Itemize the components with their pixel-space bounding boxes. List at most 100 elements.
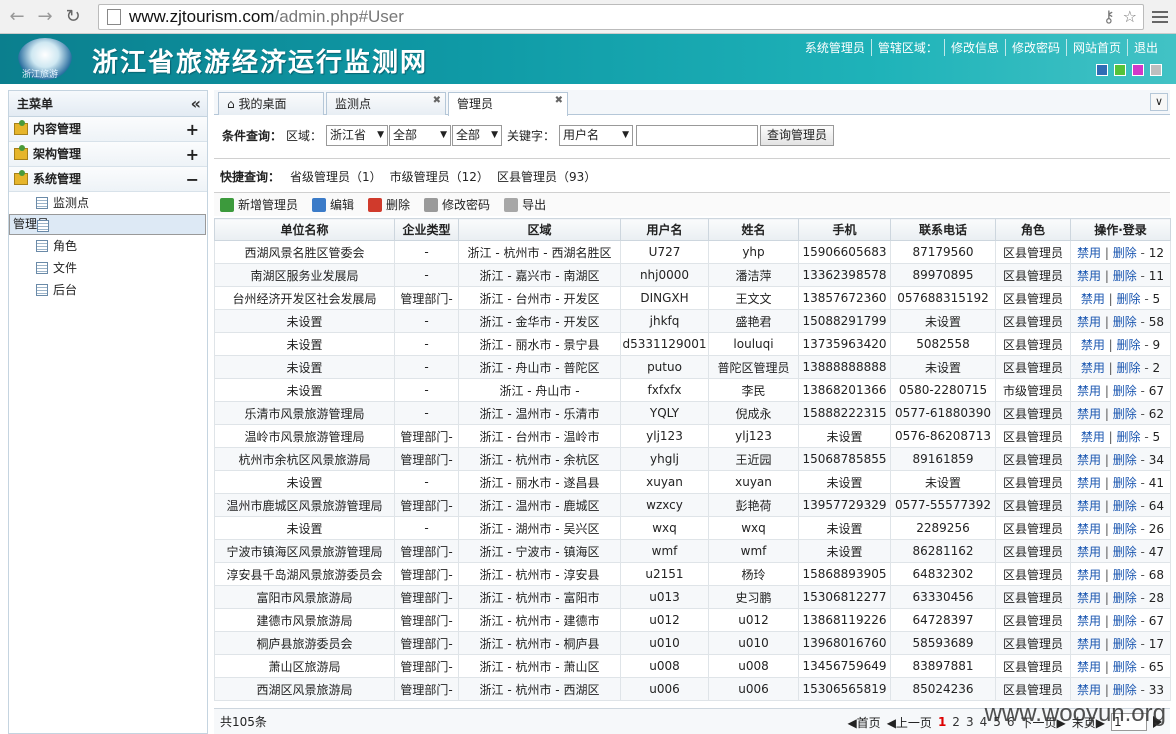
quick-province-admins[interactable]: 省级管理员（1） — [290, 168, 382, 185]
table-row[interactable]: 淳安县千岛湖风景旅游委员会 管理部门- 浙江 - 杭州市 - 淳安县 u2151 杨玲 1… — [214, 562, 1171, 586]
city-select[interactable]: 全部 ▼ — [389, 124, 452, 146]
disable-link[interactable]: 禁用 — [1081, 430, 1105, 444]
table-row[interactable]: 未设置 - 浙江 - 丽水市 - 景宁县 d5331129001 louluqi 1373… — [214, 332, 1171, 356]
delete-link[interactable]: 删除 — [1113, 407, 1137, 421]
prev-page-link[interactable]: ◀上一页 — [887, 714, 932, 731]
sidebar-item-files[interactable]: 文件 — [9, 257, 207, 279]
delete-link[interactable]: 删除 — [1117, 292, 1141, 306]
table-row[interactable]: 南湖区服务业发展局 - 浙江 - 嘉兴市 - 南湖区 nhj0000 潘洁萍 133623… — [214, 263, 1171, 287]
disable-link[interactable]: 禁用 — [1077, 246, 1101, 260]
disable-link[interactable]: 禁用 — [1081, 361, 1105, 375]
delete-link[interactable]: 删除 — [1113, 568, 1137, 582]
disable-link[interactable]: 禁用 — [1077, 660, 1101, 674]
link-logout[interactable]: 退出 — [1128, 39, 1164, 56]
disable-link[interactable]: 禁用 — [1077, 683, 1101, 697]
disable-link[interactable]: 禁用 — [1077, 545, 1101, 559]
table-row[interactable]: 未设置 - 浙江 - 丽水市 - 遂昌县 xuyan xuyan 未设置 未设置 区县管理员禁… — [214, 470, 1171, 494]
skin-blue[interactable] — [1096, 64, 1108, 76]
sidebar-item-backend[interactable]: 后台 — [9, 279, 207, 301]
link-site-home[interactable]: 网站首页 — [1067, 39, 1128, 56]
table-row[interactable]: 温岭市风景旅游管理局 管理部门- 浙江 - 台州市 - 温岭市 ylj123 ylj12… — [214, 424, 1171, 448]
delete-link[interactable]: 删除 — [1113, 591, 1137, 605]
disable-link[interactable]: 禁用 — [1077, 591, 1101, 605]
disable-link[interactable]: 禁用 — [1077, 315, 1101, 329]
page-1[interactable]: 1 — [938, 715, 946, 729]
table-row[interactable]: 乐清市风景旅游管理局 - 浙江 - 温州市 - 乐清市 YQLY 倪成永 15888222… — [214, 401, 1171, 425]
collapse-sidebar-icon[interactable]: « — [191, 91, 201, 117]
table-row[interactable]: 杭州市余杭区风景旅游局 管理部门- 浙江 - 杭州市 - 余杭区 yhglj 王近园 15… — [214, 447, 1171, 471]
table-row[interactable]: 西湖风景名胜区管委会 - 浙江 - 杭州市 - 西湖名胜区 U727 yhp 159066… — [214, 240, 1171, 264]
table-row[interactable]: 宁波市镇海区风景旅游管理局 管理部门- 浙江 - 宁波市 - 镇海区 wmf wmf 未设… — [214, 539, 1171, 563]
disable-link[interactable]: 禁用 — [1077, 407, 1101, 421]
table-row[interactable]: 西湖区风景旅游局 管理部门- 浙江 - 杭州市 - 西湖区 u006 u006 15306… — [214, 677, 1171, 701]
table-row[interactable]: 富阳市风景旅游局 管理部门- 浙江 - 杭州市 - 富阳市 u013 史习鹏 153068… — [214, 585, 1171, 609]
expand-icon[interactable]: + — [186, 117, 199, 142]
collapse-icon[interactable]: − — [186, 167, 199, 192]
delete-link[interactable]: 删除 — [1113, 269, 1137, 283]
sidebar-group-system[interactable]: 系统管理 − — [9, 167, 207, 192]
delete-link[interactable]: 删除 — [1113, 499, 1137, 513]
keyword-input[interactable] — [636, 124, 759, 146]
delete-link[interactable]: 删除 — [1113, 545, 1137, 559]
delete-link[interactable]: 删除 — [1113, 683, 1137, 697]
delete-link[interactable]: 删除 — [1113, 315, 1137, 329]
disable-link[interactable]: 禁用 — [1077, 568, 1101, 582]
disable-link[interactable]: 禁用 — [1077, 453, 1101, 467]
delete-link[interactable]: 删除 — [1113, 637, 1137, 651]
disable-link[interactable]: 禁用 — [1077, 384, 1101, 398]
tab-menu-icon[interactable]: ∨ — [1150, 93, 1168, 111]
disable-link[interactable]: 禁用 — [1077, 522, 1101, 536]
skin-purple[interactable] — [1132, 64, 1144, 76]
col-actions[interactable]: 操作·登录 — [1070, 218, 1171, 241]
table-row[interactable]: 未设置 - 浙江 - 湖州市 - 吴兴区 wxq wxq 未设置 2289256 区县管理员禁… — [214, 516, 1171, 540]
disable-link[interactable]: 禁用 — [1077, 614, 1101, 628]
delete-link[interactable]: 删除 — [1113, 453, 1137, 467]
delete-link[interactable]: 删除 — [1113, 384, 1137, 398]
table-row[interactable]: 台州经济开发区社会发展局 管理部门- 浙江 - 台州市 - 开发区 DINGXH 王文文… — [214, 286, 1171, 310]
forward-arrow-icon[interactable]: → — [34, 6, 56, 28]
table-row[interactable]: 未设置 - 浙江 - 舟山市 - 普陀区 putuo 普陀区管理员 13888888888… — [214, 355, 1171, 379]
col-phone[interactable]: 联系电话 — [890, 218, 996, 241]
delete-link[interactable]: 删除 — [1113, 476, 1137, 490]
delete-link[interactable]: 删除 — [1117, 338, 1141, 352]
skin-gray[interactable] — [1150, 64, 1162, 76]
table-row[interactable]: 建德市风景旅游局 管理部门- 浙江 - 杭州市 - 建德市 u012 u012 13868… — [214, 608, 1171, 632]
quick-city-admins[interactable]: 市级管理员（12） — [390, 168, 489, 185]
disable-link[interactable]: 禁用 — [1081, 338, 1105, 352]
address-bar[interactable]: www.zjtourism.com/admin.php#User ⚷ ☆ — [98, 4, 1144, 30]
delete-link[interactable]: 删除 — [1113, 614, 1137, 628]
disable-link[interactable]: 禁用 — [1077, 499, 1101, 513]
col-company-type[interactable]: 企业类型 — [394, 218, 459, 241]
sidebar-item-roles[interactable]: 角色 — [9, 235, 207, 257]
col-region[interactable]: 区域 — [458, 218, 621, 241]
page-2[interactable]: 2 — [952, 715, 960, 729]
tab-monitor-points[interactable]: 监测点 ✖ — [326, 92, 446, 115]
disable-link[interactable]: 禁用 — [1077, 637, 1101, 651]
tab-admins[interactable]: 管理员 ✖ — [448, 92, 568, 116]
disable-link[interactable]: 禁用 — [1081, 292, 1105, 306]
sidebar-item-monitor-points[interactable]: 监测点 — [9, 192, 207, 214]
col-mobile[interactable]: 手机 — [798, 218, 891, 241]
page-3[interactable]: 3 — [966, 715, 974, 729]
table-row[interactable]: 桐庐县旅游委员会 管理部门- 浙江 - 杭州市 - 桐庐县 u010 u010 13968… — [214, 631, 1171, 655]
bookmark-star-icon[interactable]: ☆ — [1123, 7, 1137, 26]
col-name[interactable]: 姓名 — [708, 218, 799, 241]
sidebar-group-structure[interactable]: 架构管理 + — [9, 142, 207, 167]
table-row[interactable]: 未设置 - 浙江 - 舟山市 - fxfxfx 李民 13868201366 0580-22… — [214, 378, 1171, 402]
expand-icon[interactable]: + — [186, 142, 199, 167]
back-arrow-icon[interactable]: ← — [6, 6, 28, 28]
delete-link[interactable]: 删除 — [1113, 246, 1137, 260]
delete-link[interactable]: 删除 — [1113, 660, 1137, 674]
province-select[interactable]: 浙江省 ▼ — [326, 124, 389, 146]
table-row[interactable]: 温州市鹿城区风景旅游管理局 管理部门- 浙江 - 温州市 - 鹿城区 wzxcy 彭艳荷… — [214, 493, 1171, 517]
skin-green[interactable] — [1114, 64, 1126, 76]
delete-link[interactable]: 删除 — [1117, 430, 1141, 444]
col-role[interactable]: 角色 — [995, 218, 1071, 241]
col-username[interactable]: 用户名 — [620, 218, 709, 241]
export-button[interactable]: 导出 — [504, 196, 546, 213]
add-admin-button[interactable]: 新增管理员 — [220, 196, 298, 213]
tab-desktop[interactable]: ⌂ 我的桌面 — [218, 92, 324, 115]
sidebar-group-content[interactable]: 内容管理 + — [9, 117, 207, 142]
reload-icon[interactable]: ↻ — [62, 6, 84, 28]
url-text[interactable]: www.zjtourism.com/admin.php#User — [129, 7, 404, 27]
